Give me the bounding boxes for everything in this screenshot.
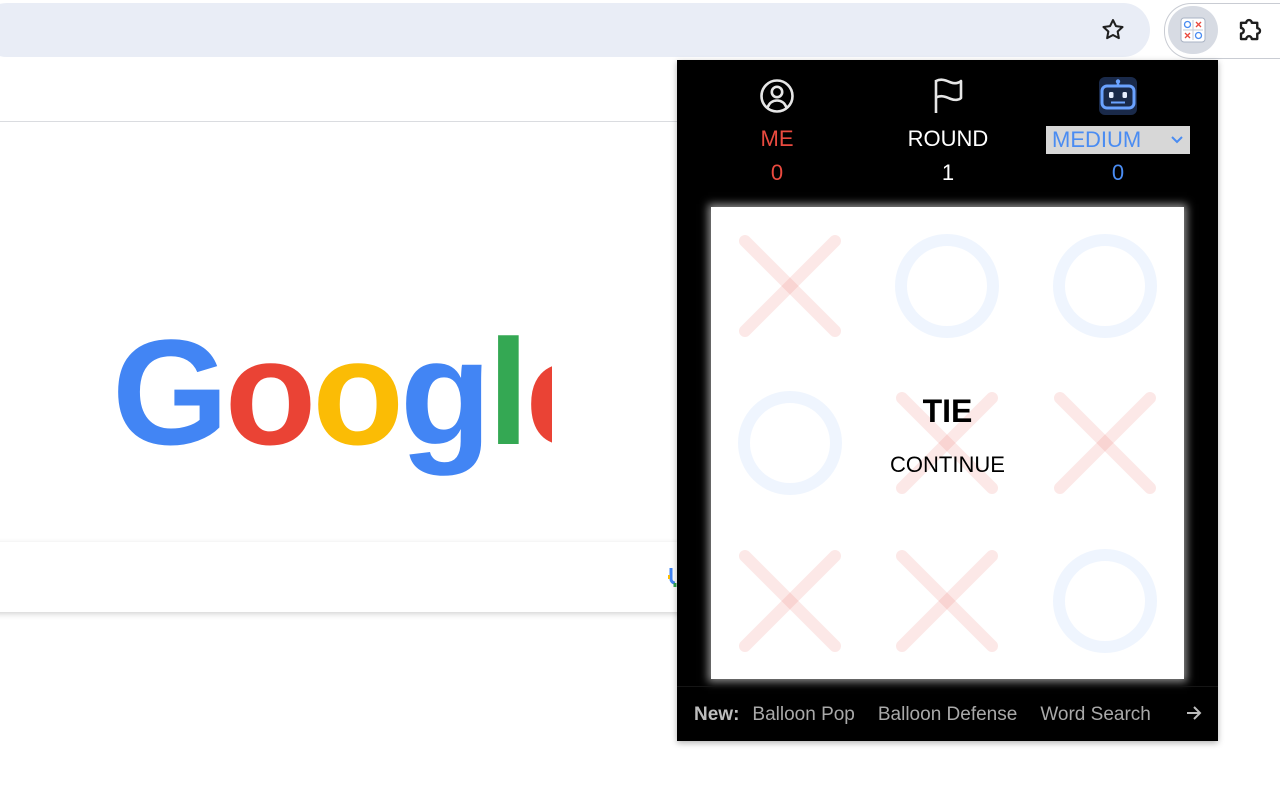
round-panel: ROUND 1 <box>868 70 1028 186</box>
tic-tac-toe-extension-icon[interactable] <box>1168 6 1218 54</box>
board-cell[interactable] <box>1026 522 1183 679</box>
user-circle-icon <box>697 70 857 122</box>
o-mark <box>737 391 842 495</box>
player-score: 0 <box>770 160 784 185</box>
search-box[interactable] <box>0 542 690 612</box>
tic-tac-toe-popup: ME 0 ROUND 1 MEDIUM 0 TIE CONTINUE New: … <box>677 60 1218 741</box>
address-bar[interactable] <box>0 3 1150 57</box>
x-mark <box>738 549 841 652</box>
difficulty-row: MEDIUM <box>1038 126 1198 154</box>
o-mark <box>1052 548 1157 653</box>
player-panel: ME 0 <box>697 70 857 186</box>
svg-text:Google: Google <box>112 326 552 476</box>
game-board: TIE CONTINUE <box>711 207 1184 679</box>
footer-bar: New: Balloon Pop Balloon Defense Word Se… <box>677 686 1218 742</box>
arrow-right-icon[interactable] <box>1186 703 1202 723</box>
opponent-score: 0 <box>1111 160 1125 185</box>
result-overlay: TIE CONTINUE <box>881 393 1014 477</box>
o-mark <box>895 233 999 338</box>
board-cell[interactable] <box>711 207 868 364</box>
x-mark <box>896 549 998 652</box>
board-cell[interactable] <box>869 207 1026 364</box>
player-label: ME <box>760 126 794 151</box>
browser-toolbar <box>0 0 1280 59</box>
board-cell[interactable] <box>1026 365 1183 522</box>
continue-button[interactable]: CONTINUE <box>881 453 1014 477</box>
footer-prefix: New: <box>694 703 740 725</box>
board-cell[interactable] <box>1026 207 1183 364</box>
result-title: TIE <box>922 393 973 429</box>
board-cell[interactable] <box>711 365 868 522</box>
difficulty-select[interactable]: MEDIUM <box>1046 126 1190 154</box>
opponent-panel: MEDIUM 0 <box>1038 70 1198 186</box>
round-label: ROUND <box>907 126 989 151</box>
board-cell[interactable] <box>869 522 1026 679</box>
header-divider <box>0 121 680 122</box>
difficulty-value: MEDIUM <box>1052 127 1142 152</box>
robot-icon <box>1038 70 1198 122</box>
footer-link-word-search[interactable]: Word Search <box>1040 704 1151 726</box>
board-cell[interactable] <box>711 522 868 679</box>
footer-link-balloon-pop[interactable]: Balloon Pop <box>752 704 854 726</box>
chevron-down-icon <box>1171 136 1183 144</box>
footer-link-balloon-defense[interactable]: Balloon Defense <box>878 704 1017 726</box>
x-mark <box>738 234 841 337</box>
extensions-puzzle-icon[interactable] <box>1234 12 1268 46</box>
star-icon[interactable] <box>1097 14 1129 46</box>
google-logo: Google <box>112 326 552 476</box>
o-mark <box>1052 233 1157 338</box>
x-mark <box>1053 392 1156 494</box>
flag-icon <box>868 70 1028 122</box>
round-number: 1 <box>941 160 955 185</box>
